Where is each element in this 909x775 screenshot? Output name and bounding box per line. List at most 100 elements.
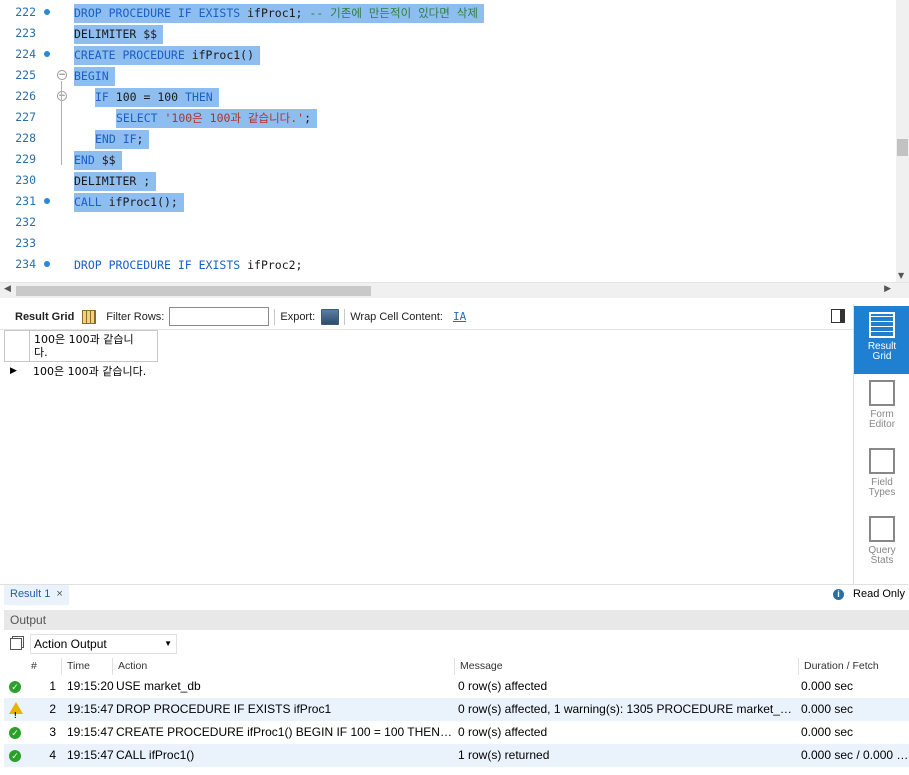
code-text[interactable]: DROP PROCEDURE IF EXISTS ifProc1; -- 기존에… — [74, 4, 484, 23]
fold-toggle-icon[interactable]: − — [57, 70, 67, 80]
tab-result-1[interactable]: Result 1 × — [4, 585, 69, 605]
line-number: 228 — [15, 131, 36, 145]
code-text[interactable]: CREATE PROCEDURE ifProc1() — [74, 46, 261, 65]
code-token: CREATE PROCEDURE — [74, 48, 192, 62]
read-only-indicator: i Read Only — [833, 588, 905, 600]
wrap-cell-content-icon[interactable]: IA — [453, 310, 466, 323]
column-header-number[interactable]: # — [26, 658, 62, 675]
toggle-side-panel-icon[interactable] — [831, 309, 845, 323]
column-header-time[interactable]: Time — [62, 658, 113, 675]
editor-line[interactable]: 228 END IF; — [0, 128, 896, 149]
code-text[interactable]: DELIMITER $$ — [74, 25, 164, 44]
line-number: 231 — [15, 194, 36, 208]
column-header-duration[interactable]: Duration / Fetch — [799, 658, 909, 675]
copy-icon[interactable] — [10, 638, 22, 650]
output-row[interactable]: ! 2 19:15:47 DROP PROCEDURE IF EXISTS ifPro… — [4, 698, 909, 721]
code-token: 100 = 100 — [115, 90, 186, 104]
row-time: 19:15:47 — [67, 725, 114, 739]
output-row[interactable]: ✓ 1 19:15:20 USE market_db 0 row(s) affected… — [4, 675, 909, 698]
editor-line[interactable]: 230 DELIMITER ; — [0, 170, 896, 191]
code-token: ; — [304, 111, 312, 125]
output-type-select[interactable]: Action Output ▼ — [30, 634, 177, 654]
editor-line[interactable]: 226 − IF 100 = 100 THEN — [0, 86, 896, 107]
code-token: $$ — [101, 153, 116, 167]
output-type-value: Action Output — [34, 637, 107, 651]
scroll-down-icon[interactable]: ▼ — [898, 271, 904, 280]
output-row[interactable]: ✓ 4 19:15:47 CALL ifProc1() 1 row(s) returne… — [4, 744, 909, 767]
row-number: 3 — [49, 725, 56, 739]
code-token: THEN — [185, 90, 213, 104]
editor-line[interactable]: 225 − BEGIN — [0, 65, 896, 86]
editor-line[interactable]: 224 CREATE PROCEDURE ifProc1() — [0, 44, 896, 65]
filter-rows-input[interactable] — [169, 307, 270, 326]
statement-marker-icon[interactable] — [44, 51, 50, 57]
statement-marker-icon[interactable] — [44, 261, 50, 267]
editor-line[interactable]: 229 END $$ — [0, 149, 896, 170]
panel-view-icon — [869, 380, 895, 406]
editor-line[interactable]: 232 — [0, 212, 896, 233]
code-text[interactable]: CALL ifProc1(); — [74, 193, 184, 212]
code-token: BEGIN — [74, 69, 109, 83]
code-text[interactable]: DELIMITER ; — [74, 172, 157, 191]
result-grid-tab-label[interactable]: Result Grid — [15, 311, 74, 323]
editor-line[interactable]: 233 — [0, 233, 896, 254]
code-text[interactable]: BEGIN — [74, 67, 115, 86]
scroll-right-icon[interactable]: ▶ — [884, 284, 891, 294]
code-text[interactable]: END IF; — [95, 130, 150, 149]
scroll-left-icon[interactable]: ◀ — [4, 284, 11, 294]
side-query-stats-button[interactable]: Query Stats — [854, 510, 909, 578]
line-number: 227 — [15, 110, 36, 124]
code-text[interactable]: IF 100 = 100 THEN — [95, 88, 219, 107]
sql-editor[interactable]: 222 DROP PROCEDURE IF EXISTS ifProc1; -- … — [0, 0, 909, 282]
line-number: 225 — [15, 68, 36, 82]
wrap-cell-content-label: Wrap Cell Content: — [350, 310, 443, 323]
panel-view-icon — [869, 516, 895, 542]
column-header-action[interactable]: Action — [113, 658, 455, 675]
success-icon: ✓ — [9, 727, 21, 739]
side-field-types-button[interactable]: Field Types — [854, 442, 909, 510]
code-token: ifProc1; — [247, 6, 310, 20]
success-icon: ✓ — [9, 681, 21, 693]
scrollbar-thumb[interactable] — [16, 286, 371, 296]
fold-toggle-icon[interactable]: − — [57, 91, 67, 101]
info-icon: i — [833, 588, 845, 600]
editor-line[interactable]: 222 DROP PROCEDURE IF EXISTS ifProc1; -- … — [0, 2, 896, 23]
output-panel-header: Output — [4, 610, 909, 630]
row-time: 19:15:47 — [67, 748, 114, 762]
editor-line[interactable]: 234 DROP PROCEDURE IF EXISTS ifProc2; — [0, 254, 896, 275]
side-button-label: Field Types — [868, 477, 896, 498]
code-token: END IF — [95, 132, 137, 146]
fold-guide — [61, 102, 62, 144]
editor-line[interactable]: 223 DELIMITER $$ — [0, 23, 896, 44]
editor-line[interactable]: 227 SELECT '100은 100과 같습니다.'; — [0, 107, 896, 128]
column-header[interactable]: 100은 100과 같습니 다. — [29, 330, 158, 362]
export-icon[interactable] — [321, 308, 340, 325]
row-number: 4 — [49, 748, 56, 762]
row-header-corner — [4, 330, 30, 362]
statement-marker-icon[interactable] — [44, 9, 50, 15]
editor-horizontal-scrollbar[interactable]: ◀ ▶ — [0, 282, 909, 298]
column-header-message[interactable]: Message — [455, 658, 799, 675]
close-icon[interactable]: × — [56, 588, 62, 600]
scrollbar-thumb[interactable] — [897, 139, 908, 156]
code-token: SELECT — [116, 111, 165, 125]
editor-vertical-scrollbar[interactable]: ▼ — [896, 0, 909, 282]
editor-line[interactable]: 231 CALL ifProc1(); — [0, 191, 896, 212]
side-button-label: Result Grid — [867, 341, 897, 362]
side-form-editor-button[interactable]: Form Editor — [854, 374, 909, 442]
result-grid[interactable]: 100은 100과 같습니 다. ▶ 100은 100과 같습니다. — [4, 330, 853, 584]
code-text[interactable]: END $$ — [74, 151, 122, 170]
tab-label: Result 1 — [10, 588, 51, 600]
row-action: CALL ifProc1() — [116, 748, 195, 762]
side-result-grid-button[interactable]: Result Grid — [854, 306, 909, 374]
code-token: END — [74, 153, 102, 167]
code-token: -- 기존에 만든적이 있다면 삭제 — [309, 6, 478, 20]
statement-marker-icon[interactable] — [44, 198, 50, 204]
output-row[interactable]: ✓ 3 19:15:47 CREATE PROCEDURE ifProc1() BEG… — [4, 721, 909, 744]
grid-cell[interactable]: 100은 100과 같습니다. — [33, 362, 146, 381]
code-text[interactable]: DROP PROCEDURE IF EXISTS ifProc2; — [74, 256, 302, 275]
line-number: 229 — [15, 152, 36, 166]
code-text[interactable]: SELECT '100은 100과 같습니다.'; — [116, 109, 318, 128]
row-message: 0 row(s) affected, 1 warning(s): 1305 PR… — [458, 702, 797, 716]
result-side-panel: Result Grid Form Editor Field Types Query S… — [853, 304, 909, 586]
